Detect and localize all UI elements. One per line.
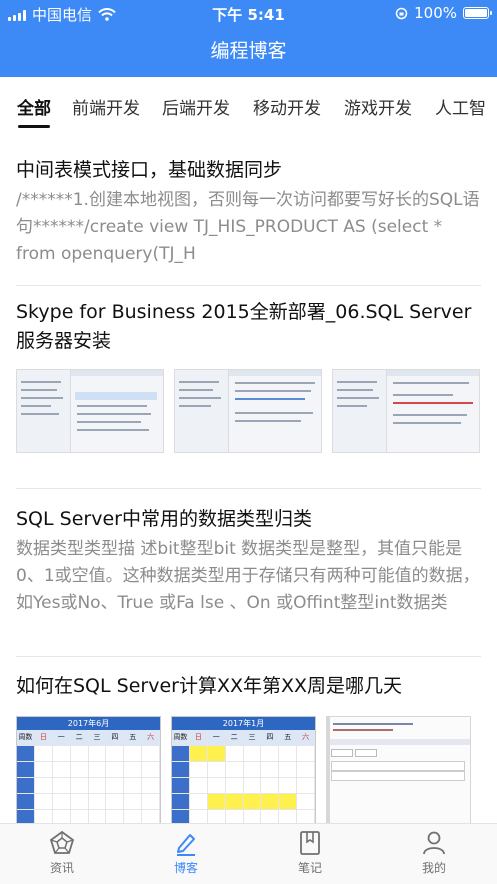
bottom-tab-label: 笔记	[297, 861, 322, 875]
article-thumbnails	[16, 369, 481, 453]
weekday-label: 五	[279, 730, 298, 746]
divider	[16, 285, 481, 286]
bottom-tab-profile[interactable]: 我的	[394, 830, 474, 876]
weekday-label: 六	[142, 730, 160, 746]
weekday-label: 一	[52, 730, 71, 746]
sql-query-thumbnail[interactable]	[326, 716, 471, 824]
weekday-label: 三	[243, 730, 262, 746]
calendar-header: 2017年1月	[172, 717, 315, 730]
article-title: SQL Server中常用的数据类型归类	[16, 508, 312, 530]
bottom-tab-label: 我的	[421, 861, 446, 875]
battery-icon	[463, 7, 492, 19]
tab-frontend[interactable]: 前端开发	[72, 94, 140, 119]
thumbnail-image[interactable]	[174, 369, 322, 453]
bottom-tab-bar: 资讯 博客 笔记 我的	[0, 823, 497, 884]
tab-game[interactable]: 游戏开发	[344, 94, 412, 119]
weekday-label: 四	[106, 730, 125, 746]
bottom-tab-blog[interactable]: 博客	[146, 830, 226, 876]
weekday-label: 二	[225, 730, 244, 746]
article-title: Skype for Business 2015全新部署_06.SQL Serve…	[16, 301, 472, 352]
weekday-label: 周数	[17, 730, 35, 746]
weekday-label: 五	[124, 730, 143, 746]
bookmark-icon	[300, 831, 320, 855]
article-item[interactable]: SQL Server中常用的数据类型归类 数据类型类型描 述bit整型bit 数…	[16, 505, 481, 617]
thumbnail-image[interactable]	[332, 369, 480, 453]
bottom-tab-notes[interactable]: 笔记	[270, 830, 350, 876]
article-thumbnails: 2017年6月 周数 日 一 二 三 四 五 六 2017年1月 周数 日 一 …	[16, 716, 481, 824]
weekday-label: 二	[70, 730, 89, 746]
tab-backend[interactable]: 后端开发	[162, 94, 230, 119]
pen-icon	[177, 834, 195, 856]
person-icon	[423, 831, 445, 855]
calendar-header: 2017年6月	[17, 717, 160, 730]
tab-mobile[interactable]: 移动开发	[253, 94, 321, 119]
article-item[interactable]: 中间表模式接口，基础数据同步 /******1.创建本地视图，否则每一次访问都要…	[16, 156, 481, 268]
weekday-label: 日	[34, 730, 53, 746]
weekday-label: 一	[207, 730, 226, 746]
bottom-tab-news[interactable]: 资讯	[22, 830, 102, 876]
article-title: 中间表模式接口，基础数据同步	[16, 159, 283, 181]
pentagon-icon	[49, 830, 75, 854]
status-bar: 中国电信 下午 5:41 100%	[0, 0, 497, 26]
active-tab-indicator	[18, 125, 50, 128]
orientation-lock-icon	[395, 7, 408, 19]
divider	[16, 488, 481, 489]
weekday-label: 日	[189, 730, 208, 746]
article-title: 如何在SQL Server计算XX年第XX周是哪几天	[16, 675, 403, 697]
top-bar: 中国电信 下午 5:41 100% 编程博客	[0, 0, 497, 77]
calendar-thumbnail[interactable]: 2017年1月 周数 日 一 二 三 四 五 六	[171, 716, 316, 824]
tab-ai[interactable]: 人工智	[435, 94, 486, 119]
weekday-label: 周数	[172, 730, 190, 746]
tab-all[interactable]: 全部	[17, 94, 51, 119]
bottom-tab-label: 资讯	[49, 861, 74, 875]
divider	[16, 656, 481, 657]
article-item[interactable]: Skype for Business 2015全新部署_06.SQL Serve…	[16, 298, 481, 356]
article-item[interactable]: 如何在SQL Server计算XX年第XX周是哪几天	[16, 672, 481, 701]
calendar-thumbnail[interactable]: 2017年6月 周数 日 一 二 三 四 五 六	[16, 716, 161, 824]
bottom-tab-label: 博客	[173, 861, 198, 875]
battery-percent: 100%	[414, 4, 457, 22]
page-title: 编程博客	[210, 40, 287, 62]
weekday-label: 四	[261, 730, 280, 746]
thumbnail-image[interactable]	[16, 369, 164, 453]
article-summary: /******1.创建本地视图，否则每一次访问都要写好长的SQL语句******…	[16, 190, 480, 264]
weekday-label: 六	[297, 730, 315, 746]
weekday-label: 三	[88, 730, 107, 746]
article-summary: 数据类型类型描 述bit整型bit 数据类型是整型，其值只能是0、1或空值。这种…	[16, 539, 480, 613]
category-tabs: 全部 前端开发 后端开发 移动开发 游戏开发 人工智	[0, 77, 497, 135]
